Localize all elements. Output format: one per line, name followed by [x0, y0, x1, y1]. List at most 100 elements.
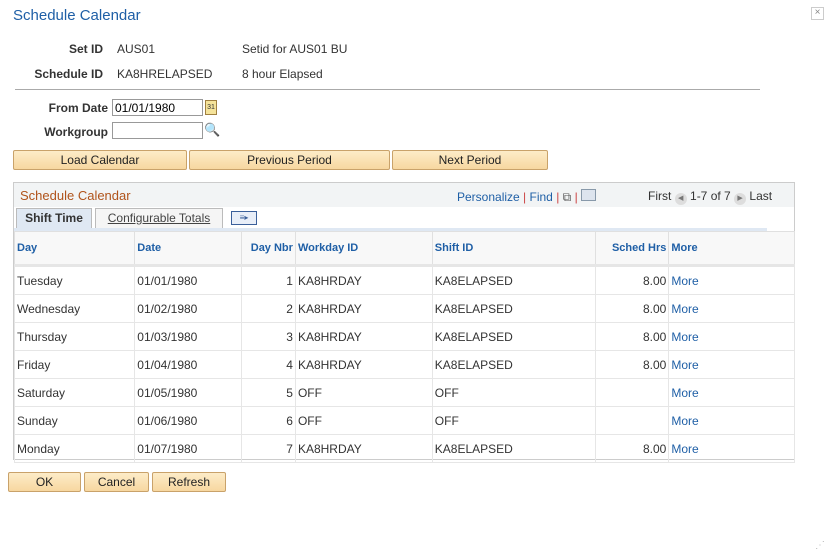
from-date-input[interactable]: [112, 99, 203, 116]
cell-day: Thursday: [13, 322, 136, 351]
column-header[interactable]: Sched Hrs: [594, 231, 670, 267]
cell-date: 01/07/1980: [134, 434, 242, 463]
cell-shift-id: KA8ELAPSED: [431, 434, 596, 463]
cell-workday-id: KA8HRDAY: [294, 350, 433, 379]
cell-day-nbr: 5: [240, 378, 296, 407]
schedule-id-value: KA8HRELAPSED: [117, 67, 213, 81]
grid-header: Schedule Calendar Personalize | Find | ⧉…: [14, 183, 794, 207]
cell-sched-hrs: 8.00: [594, 322, 670, 351]
more-link[interactable]: More: [668, 378, 795, 407]
cell-shift-id: KA8ELAPSED: [431, 265, 596, 295]
resize-handle-icon[interactable]: ⋰: [815, 540, 825, 551]
next-period-button[interactable]: Next Period: [392, 150, 548, 170]
cell-date: 01/06/1980: [134, 406, 242, 435]
cell-workday-id: OFF: [294, 406, 433, 435]
column-header[interactable]: More: [668, 231, 795, 267]
cell-day: Wednesday: [13, 294, 136, 323]
cancel-button[interactable]: Cancel: [84, 472, 149, 492]
setid-description: Setid for AUS01 BU: [242, 42, 348, 56]
cell-date: 01/02/1980: [134, 294, 242, 323]
workgroup-input[interactable]: [112, 122, 203, 139]
column-header[interactable]: Day Nbr: [240, 231, 296, 267]
table-row: Wednesday 01/02/1980 2 KA8HRDAY KA8ELAPSED 8.…: [13, 294, 795, 323]
cell-sched-hrs: [594, 406, 670, 435]
cell-sched-hrs: 8.00: [594, 294, 670, 323]
cell-day: Saturday: [13, 378, 136, 407]
personalize-link[interactable]: Personalize: [457, 190, 520, 204]
table-row: Saturday 01/05/1980 5 OFF OFF More: [13, 378, 795, 407]
workgroup-label: Workgroup: [44, 125, 108, 139]
cell-workday-id: KA8HRDAY: [294, 294, 433, 323]
more-link[interactable]: More: [668, 265, 795, 295]
table-row: Thursday 01/03/1980 3 KA8HRDAY KA8ELAPSED 8.0…: [13, 322, 795, 351]
more-link[interactable]: More: [668, 294, 795, 323]
column-header[interactable]: Day: [13, 231, 136, 267]
from-date-label: From Date: [48, 101, 108, 115]
cell-day: Sunday: [13, 406, 136, 435]
next-row-icon[interactable]: ▶: [734, 193, 747, 205]
ok-button[interactable]: OK: [8, 472, 81, 492]
schedule-calendar-grid: Schedule Calendar Personalize | Find | ⧉…: [13, 182, 795, 463]
cell-sched-hrs: 8.00: [594, 350, 670, 379]
cell-shift-id: OFF: [431, 406, 596, 435]
cell-shift-id: KA8ELAPSED: [431, 350, 596, 379]
tab-shift-time[interactable]: Shift Time: [16, 208, 92, 229]
cell-shift-id: KA8ELAPSED: [431, 322, 596, 351]
column-header[interactable]: Workday ID: [294, 231, 433, 267]
lookup-search-icon[interactable]: 🔍: [204, 122, 220, 138]
more-link[interactable]: More: [668, 406, 795, 435]
column-header[interactable]: Shift ID: [431, 231, 596, 267]
cell-sched-hrs: 8.00: [594, 265, 670, 295]
table-row: Friday 01/04/1980 4 KA8HRDAY KA8ELAPSED 8.00 M…: [13, 350, 795, 379]
cell-workday-id: KA8HRDAY: [294, 265, 433, 295]
column-header[interactable]: Date: [134, 231, 242, 267]
more-link[interactable]: More: [668, 322, 795, 351]
first-label[interactable]: First: [648, 189, 671, 203]
cell-day-nbr: 6: [240, 406, 296, 435]
tab-configurable-totals[interactable]: Configurable Totals: [95, 208, 223, 229]
cell-day-nbr: 3: [240, 322, 296, 351]
row-range: 1-7 of 7: [690, 189, 731, 203]
cell-day: Monday: [13, 434, 136, 463]
schedule-description: 8 hour Elapsed: [242, 67, 323, 81]
cell-day-nbr: 7: [240, 434, 296, 463]
close-icon[interactable]: ×: [811, 7, 824, 20]
refresh-button[interactable]: Refresh: [152, 472, 226, 492]
table-row: Monday 01/07/1980 7 KA8HRDAY KA8ELAPSED 8.00 M…: [13, 434, 795, 463]
previous-period-button[interactable]: Previous Period: [189, 150, 390, 170]
more-link[interactable]: More: [668, 434, 795, 463]
calendar-icon[interactable]: 31: [205, 100, 217, 115]
cell-day: Friday: [13, 350, 136, 379]
more-link[interactable]: More: [668, 350, 795, 379]
show-all-columns-icon[interactable]: ≡▸: [231, 211, 257, 225]
load-calendar-button[interactable]: Load Calendar: [13, 150, 187, 170]
cell-date: 01/03/1980: [134, 322, 242, 351]
setid-label: Set ID: [68, 42, 103, 56]
cell-workday-id: KA8HRDAY: [294, 434, 433, 463]
cell-day-nbr: 4: [240, 350, 296, 379]
setid-value: AUS01: [117, 42, 156, 56]
divider: [15, 89, 760, 90]
cell-sched-hrs: [594, 378, 670, 407]
find-link[interactable]: Find: [530, 190, 553, 204]
cell-sched-hrs: 8.00: [594, 434, 670, 463]
new-window-icon[interactable]: ⧉: [563, 190, 572, 204]
grid-title: Schedule Calendar: [20, 188, 131, 203]
table-row: Tuesday 01/01/1980 1 KA8HRDAY KA8ELAPSED 8.00…: [13, 265, 795, 295]
cell-workday-id: KA8HRDAY: [294, 322, 433, 351]
last-label[interactable]: Last: [749, 189, 772, 203]
cell-shift-id: OFF: [431, 378, 596, 407]
cell-day-nbr: 1: [240, 265, 296, 295]
schedule-id-label: Schedule ID: [34, 67, 103, 81]
cell-date: 01/01/1980: [134, 265, 242, 295]
table-row: Sunday 01/06/1980 6 OFF OFF More: [13, 406, 795, 435]
cell-workday-id: OFF: [294, 378, 433, 407]
cell-date: 01/05/1980: [134, 378, 242, 407]
previous-row-icon[interactable]: ◀: [674, 193, 687, 205]
cell-day-nbr: 2: [240, 294, 296, 323]
cell-date: 01/04/1980: [134, 350, 242, 379]
calendar-table: Day Date Day Nbr Workday ID Shift ID Sched Hr…: [13, 231, 795, 463]
download-spreadsheet-icon[interactable]: [581, 189, 597, 201]
cell-shift-id: KA8ELAPSED: [431, 294, 596, 323]
cell-day: Tuesday: [13, 265, 136, 295]
